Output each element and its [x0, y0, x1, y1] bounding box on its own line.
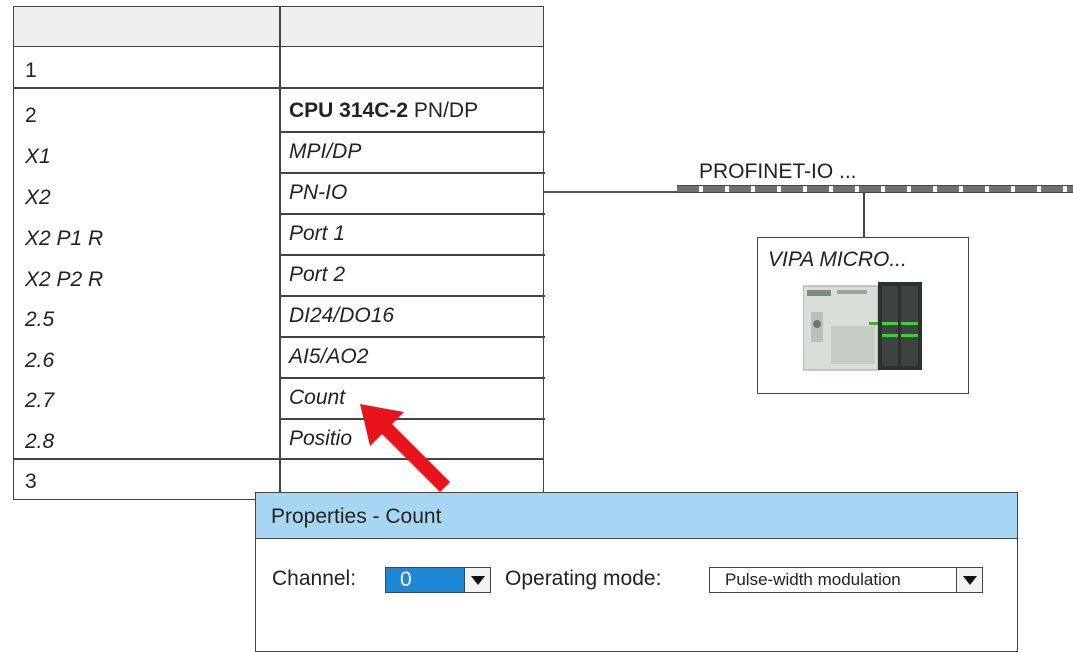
count-module-cell[interactable]: Count	[289, 386, 345, 410]
slot-cell[interactable]: X2 P1 R	[25, 227, 103, 251]
red-pointer-arrow	[360, 404, 450, 492]
vipa-device-node[interactable]: VIPA MICRO...	[757, 237, 969, 394]
slot-cell[interactable]: 2.7	[25, 389, 54, 413]
row-divider	[279, 172, 545, 174]
profinet-bus[interactable]	[677, 185, 1073, 193]
hardware-config-table: 1 2 X1 X2 X2 P1 R X2 P2 R 2.5 2.6 2.7 2.…	[13, 6, 545, 500]
slot-cell[interactable]: X2	[25, 186, 51, 210]
channel-value-box: 0	[386, 568, 464, 592]
dropdown-arrow-icon[interactable]	[464, 568, 490, 592]
slot-cell[interactable]: 2.6	[25, 349, 54, 373]
properties-title-bar: Properties - Count	[256, 493, 1017, 539]
slot-cell[interactable]: 2	[25, 104, 37, 128]
module-cell[interactable]: MPI/DP	[289, 140, 361, 164]
operating-mode-value: Pulse-width modulation	[725, 570, 901, 589]
module-cell[interactable]: PN-IO	[289, 181, 347, 205]
cpu-model: CPU 314C-2	[289, 99, 409, 122]
channel-label: Channel:	[272, 567, 357, 590]
device-drop-line	[863, 193, 865, 238]
slot-cell[interactable]: X2 P2 R	[25, 268, 103, 292]
dropdown-arrow-icon[interactable]	[956, 568, 982, 592]
operating-mode-label: Operating mode:	[505, 567, 662, 590]
channel-select[interactable]: 0	[385, 567, 491, 593]
row-divider	[279, 377, 545, 379]
slot-cell[interactable]: 2.8	[25, 430, 54, 454]
cpu-module-cell[interactable]: CPU 314C-2 PN/DP	[289, 99, 478, 123]
row-divider	[279, 254, 545, 256]
module-cell[interactable]: AI5/AO2	[289, 345, 368, 369]
row-divider	[279, 213, 545, 215]
row-divider	[279, 336, 545, 338]
module-cell[interactable]: Positio	[289, 427, 352, 451]
module-cell[interactable]: Port 2	[289, 263, 345, 287]
device-title: VIPA MICRO...	[768, 248, 907, 271]
column-divider	[279, 7, 281, 499]
slot-cell[interactable]: 2.5	[25, 308, 54, 332]
cpu-variant: PN/DP	[408, 99, 479, 122]
operating-mode-select[interactable]: Pulse-width modulation	[709, 567, 983, 593]
slot-cell[interactable]: X1	[25, 145, 51, 169]
module-cell[interactable]: Port 1	[289, 222, 345, 246]
properties-panel: Properties - Count Channel: 0 Operating …	[255, 492, 1018, 652]
channel-value: 0	[400, 568, 412, 591]
slot-cell[interactable]: 3	[25, 470, 37, 494]
vipa-micro-device-image	[803, 282, 922, 371]
slot-cell[interactable]: 1	[25, 59, 37, 83]
module-cell[interactable]: DI24/DO16	[289, 304, 394, 328]
network-connection-line	[543, 191, 678, 193]
row-divider	[279, 295, 545, 297]
network-label: PROFINET-IO ...	[699, 160, 857, 183]
row-divider	[14, 87, 543, 89]
row-divider	[279, 131, 545, 133]
properties-title: Properties - Count	[271, 505, 442, 528]
row-divider	[14, 458, 543, 460]
